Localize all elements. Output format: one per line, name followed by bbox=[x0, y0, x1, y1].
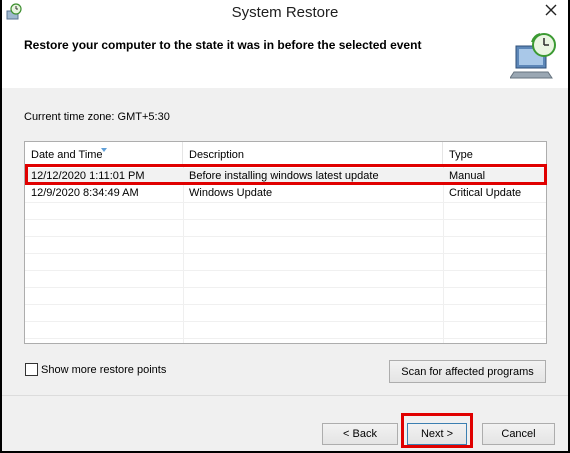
row-divider bbox=[25, 321, 546, 322]
row-divider bbox=[25, 304, 546, 305]
scan-affected-programs-button[interactable]: Scan for affected programs bbox=[389, 360, 546, 383]
system-restore-window: System Restore Restore your computer to … bbox=[0, 0, 570, 453]
title-bar[interactable]: System Restore bbox=[2, 0, 568, 28]
close-icon bbox=[545, 4, 557, 19]
row-description: Windows Update bbox=[189, 187, 273, 199]
next-button-highlight bbox=[401, 413, 473, 448]
timezone-label: Current time zone: GMT+5:30 bbox=[24, 111, 170, 123]
row-divider bbox=[25, 253, 546, 254]
table-row[interactable]: 12/9/2020 8:34:49 AM Windows Update Crit… bbox=[25, 185, 546, 202]
checkbox-box[interactable] bbox=[25, 363, 38, 376]
wizard-header: Restore your computer to the state it wa… bbox=[2, 28, 568, 88]
row-date-time: 12/9/2020 8:34:49 AM bbox=[31, 187, 139, 199]
window-title: System Restore bbox=[231, 4, 339, 21]
footer-divider bbox=[2, 395, 568, 396]
row-divider bbox=[25, 270, 546, 271]
show-more-label: Show more restore points bbox=[41, 363, 167, 376]
row-divider bbox=[25, 287, 546, 288]
close-button[interactable] bbox=[536, 0, 566, 22]
header-instruction: Restore your computer to the state it wa… bbox=[24, 38, 422, 52]
row-type: Critical Update bbox=[449, 187, 522, 199]
row-divider bbox=[25, 219, 546, 220]
window-body: System Restore Restore your computer to … bbox=[2, 0, 568, 451]
back-button[interactable]: < Back bbox=[322, 423, 398, 445]
row-divider bbox=[25, 236, 546, 237]
cancel-button[interactable]: Cancel bbox=[482, 423, 555, 445]
selected-row-highlight bbox=[25, 164, 547, 185]
sort-arrow-icon bbox=[101, 143, 107, 152]
show-more-checkbox[interactable]: Show more restore points bbox=[25, 363, 166, 376]
system-restore-clock-icon bbox=[509, 32, 560, 80]
row-divider bbox=[25, 202, 546, 203]
row-divider bbox=[25, 338, 546, 339]
